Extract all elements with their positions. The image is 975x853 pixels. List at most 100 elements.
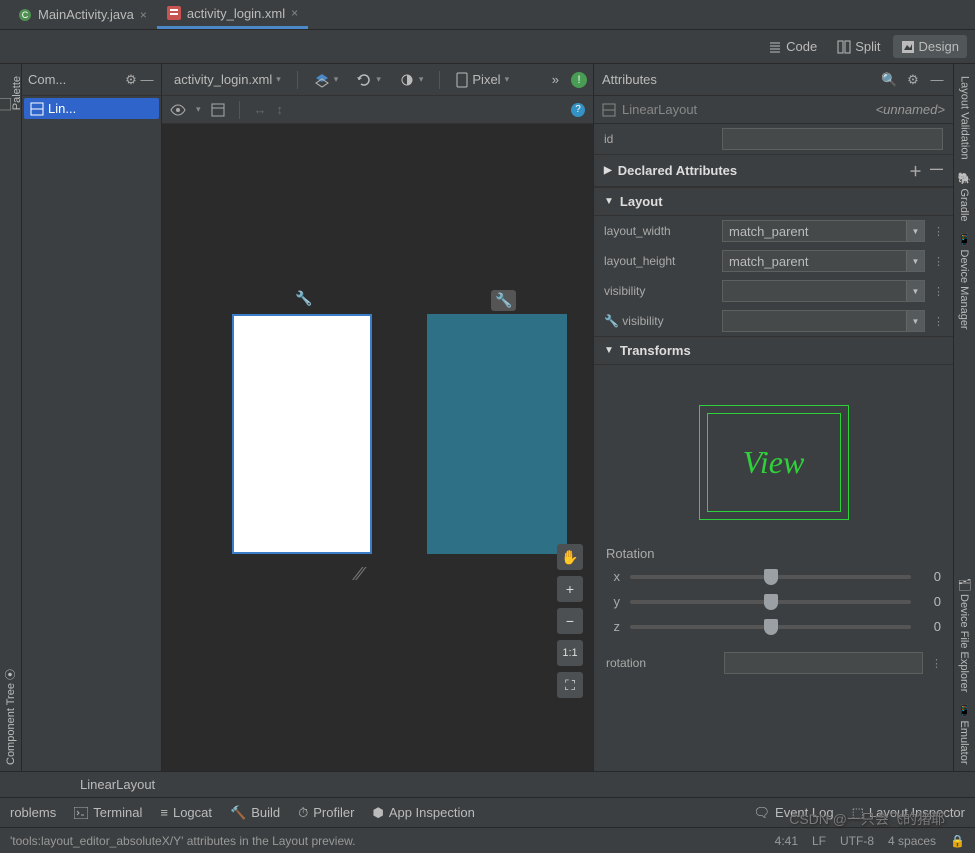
tool-layout-inspector[interactable]: ⬚Layout Inspector — [852, 805, 965, 821]
blueprint-icon[interactable] — [211, 103, 225, 117]
night-mode-button[interactable]: ▾ — [393, 69, 430, 91]
view-design-label: Design — [919, 39, 959, 54]
info-badge[interactable]: ? — [571, 103, 585, 117]
attr-rotation-label: rotation — [606, 656, 716, 670]
rail-palette[interactable]: Palette — [0, 70, 23, 116]
minimize-icon[interactable]: — — [139, 72, 155, 87]
wrench-icon[interactable]: 🔧 — [491, 290, 516, 311]
app-inspection-icon: ⬢ — [372, 805, 383, 821]
split-icon — [837, 40, 851, 54]
overflow-button[interactable]: » — [546, 69, 565, 90]
zoom-1to1-button[interactable]: 1:1 — [557, 640, 583, 666]
attr-width-dropdown[interactable]: match_parent▼ — [722, 220, 925, 242]
attr-visibility-dropdown[interactable]: ▼ — [722, 280, 925, 302]
build-icon: 🔨 — [230, 805, 246, 821]
zoom-out-button[interactable]: − — [557, 608, 583, 634]
layers-icon — [314, 72, 330, 88]
view-split-button[interactable]: Split — [829, 35, 888, 58]
rail-component-tree[interactable]: Component Tree ⦿ — [3, 663, 19, 771]
tool-problems[interactable]: roblems — [10, 805, 56, 820]
attr-tools-visibility-dropdown[interactable]: ▼ — [722, 310, 925, 332]
design-surface-button[interactable]: ▾ — [308, 69, 345, 91]
breadcrumb-item[interactable]: LinearLayout — [80, 777, 155, 792]
flag-icon[interactable]: ⋮ — [933, 285, 943, 298]
attr-height-dropdown[interactable]: match_parent▼ — [722, 250, 925, 272]
line-ending[interactable]: LF — [812, 834, 826, 848]
attr-rotation-input[interactable] — [724, 652, 923, 674]
event-log-icon: 🗨 — [754, 805, 771, 821]
pan-button[interactable]: ✋ — [557, 544, 583, 570]
breadcrumb-bar: LinearLayout — [0, 771, 975, 797]
attr-id-row: id — [594, 124, 953, 154]
rail-emulator[interactable]: 📱 Emulator — [958, 698, 971, 771]
close-icon[interactable]: × — [291, 6, 298, 20]
chevron-down-icon: ▼ — [906, 281, 924, 301]
rotation-x-slider[interactable] — [630, 575, 911, 579]
tree-item-linearlayout[interactable]: Lin... — [24, 98, 159, 119]
cursor-position[interactable]: 4:41 — [775, 834, 798, 848]
device-dropdown[interactable]: Pixel ▾ — [450, 69, 515, 91]
tool-event-log[interactable]: 🗨Event Log — [754, 805, 834, 821]
section-declared-attributes[interactable]: ▶ Declared Attributes ＋— — [594, 154, 953, 187]
section-layout[interactable]: ▼ Layout — [594, 187, 953, 216]
resize-handle-icon[interactable]: ⁄⁄ — [357, 564, 363, 585]
add-icon[interactable]: ＋ — [909, 161, 922, 180]
lock-icon[interactable]: 🔒 — [950, 834, 965, 848]
attributes-title: Attributes — [602, 72, 657, 87]
zoom-fit-button[interactable]: ⛶ — [557, 672, 583, 698]
rotation-y-value: 0 — [921, 594, 941, 609]
rotation-y-row: y 0 — [606, 594, 941, 609]
minimize-icon[interactable]: — — [929, 72, 945, 87]
flag-icon[interactable]: ⋮ — [933, 225, 943, 238]
horizontal-arrows-icon[interactable]: ↔ — [254, 102, 267, 117]
tool-profiler[interactable]: ⏱Profiler — [298, 805, 354, 821]
rail-layout-validation[interactable]: Layout Validation — [959, 70, 971, 166]
indent-setting[interactable]: 4 spaces — [888, 834, 936, 848]
rail-device-manager[interactable]: 📱 Device Manager — [958, 227, 971, 336]
logcat-icon: ≡ — [160, 805, 168, 820]
section-transforms[interactable]: ▼ Transforms — [594, 336, 953, 365]
attr-id-label: id — [604, 132, 714, 146]
rail-gradle[interactable]: 🐘 Gradle — [958, 166, 971, 228]
tab-mainactivity[interactable]: C MainActivity.java × — [8, 1, 157, 29]
file-dropdown[interactable]: activity_login.xml ▾ — [168, 69, 287, 90]
linearlayout-icon — [602, 103, 616, 117]
flag-icon[interactable]: ⋮ — [933, 315, 943, 328]
tool-app-inspection[interactable]: ⬢App Inspection — [372, 805, 474, 821]
view-code-button[interactable]: Code — [760, 35, 825, 58]
tool-logcat[interactable]: ≡Logcat — [160, 805, 212, 820]
flag-icon[interactable]: ⋮ — [933, 255, 943, 268]
rotation-block: Rotation x 0 y 0 z 0 — [594, 540, 953, 674]
status-bar: 'tools:layout_editor_absoluteX/Y' attrib… — [0, 827, 975, 853]
wrench-icon[interactable]: 🔧 — [295, 290, 312, 307]
phone-icon — [456, 72, 468, 88]
rail-device-file-explorer[interactable]: 🗂 Device File Explorer — [958, 571, 971, 698]
orientation-button[interactable]: ▾ — [350, 69, 387, 91]
terminal-icon — [74, 807, 88, 819]
attr-tools-visibility-label: 🔧 visibility — [604, 314, 714, 328]
design-preview[interactable] — [232, 314, 372, 554]
gear-icon[interactable]: ⚙ — [123, 72, 139, 88]
blueprint-preview[interactable] — [427, 314, 567, 554]
status-message: 'tools:layout_editor_absoluteX/Y' attrib… — [10, 834, 355, 848]
attr-visibility-label: visibility — [604, 284, 714, 298]
remove-icon[interactable]: — — [930, 161, 943, 180]
design-canvas[interactable]: 🔧 🔧 ⁄⁄ ✋ + − 1:1 ⛶ — [162, 124, 593, 771]
flag-icon[interactable]: ⋮ — [931, 657, 941, 670]
tab-activity-login[interactable]: activity_login.xml × — [157, 1, 308, 29]
rotation-y-slider[interactable] — [630, 600, 911, 604]
view-design-button[interactable]: Design — [893, 35, 967, 58]
gear-icon[interactable]: ⚙ — [905, 72, 921, 88]
search-icon[interactable]: 🔍 — [881, 72, 897, 88]
close-icon[interactable]: × — [140, 8, 147, 22]
attr-id-input[interactable] — [722, 128, 943, 150]
rotation-z-slider[interactable] — [630, 625, 911, 629]
rotation-y-label: y — [606, 594, 620, 609]
tool-terminal[interactable]: Terminal — [74, 805, 142, 820]
warning-badge[interactable]: ! — [571, 72, 587, 88]
encoding[interactable]: UTF-8 — [840, 834, 874, 848]
tool-build[interactable]: 🔨Build — [230, 805, 280, 821]
vertical-arrows-icon[interactable]: ↕ — [277, 102, 284, 117]
eye-icon[interactable] — [170, 104, 186, 116]
zoom-in-button[interactable]: + — [557, 576, 583, 602]
